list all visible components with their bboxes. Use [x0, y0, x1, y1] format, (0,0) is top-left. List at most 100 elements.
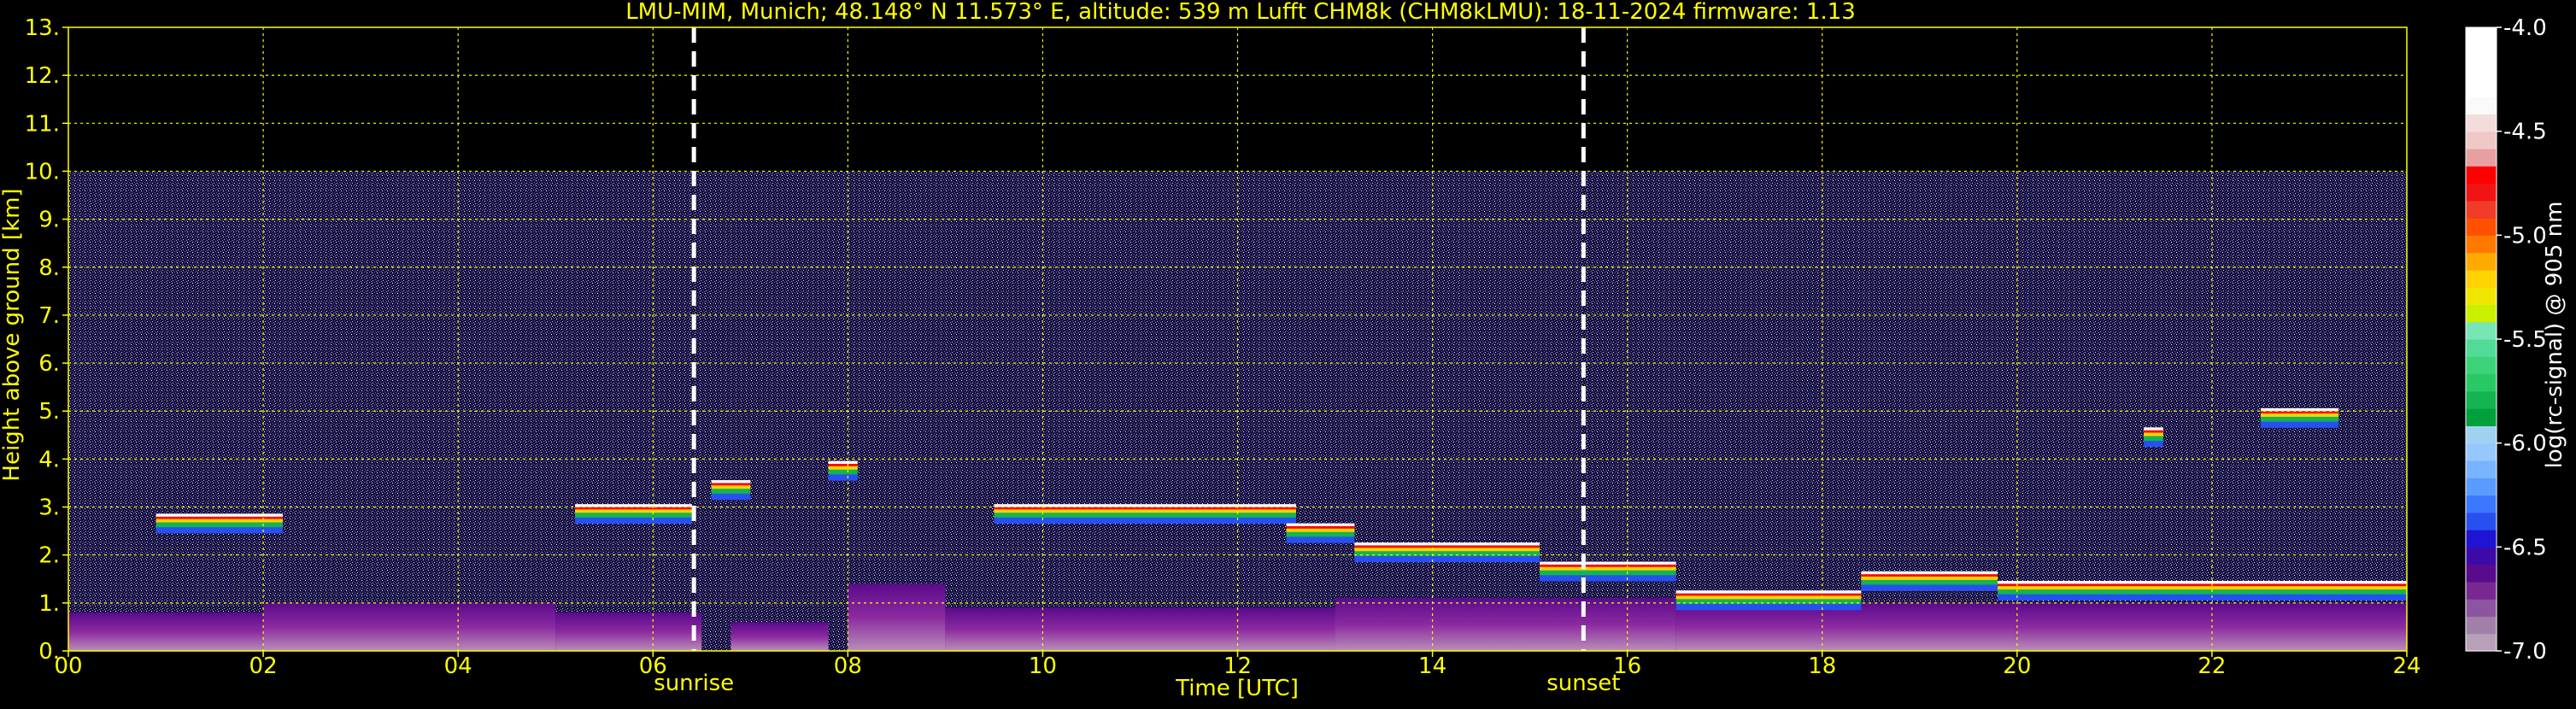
- x-tick-label: 04: [444, 653, 472, 679]
- plot-area: sunrise sunset: [67, 26, 2408, 696]
- boundary-layer-segment: [1335, 598, 1676, 651]
- x-tick-label: 06: [639, 653, 667, 679]
- colorbar-tick-label: -5.0: [2503, 223, 2547, 249]
- colorbar-segment: [2466, 166, 2497, 185]
- cloud-layer-band: [711, 483, 751, 486]
- cloud-layer-band: [1540, 564, 1676, 567]
- colorbar-segment: [2466, 287, 2497, 306]
- x-tick-label: 08: [834, 653, 862, 679]
- colorbar-tick-label: -4.0: [2503, 15, 2547, 41]
- cloud-layer-band: [2144, 430, 2163, 433]
- cloud-layer-top: [828, 460, 858, 464]
- colorbar-segment: [2466, 616, 2497, 635]
- cloud-layer-band: [1998, 583, 2407, 587]
- colorbar-segment: [2466, 390, 2497, 409]
- y-tick-label: 12.: [25, 63, 60, 89]
- x-tick-label: 16: [1613, 653, 1641, 679]
- colorbar-segment: [2466, 183, 2497, 202]
- y-tick-label: 7.: [38, 303, 60, 329]
- colorbar: -7.0 -6.5 -6.0 -5.5 -5.0 -4.5 -4.0: [2465, 15, 2547, 665]
- colorbar-tick-label: -6.0: [2503, 431, 2547, 457]
- colorbar-segment: [2466, 564, 2497, 583]
- cloud-layer-top: [1998, 581, 2407, 584]
- cloud-layer-band: [1675, 593, 1862, 596]
- colorbar-segment: [2466, 547, 2497, 565]
- boundary-layer-segment: [555, 612, 702, 651]
- colorbar-segment: [2466, 79, 2497, 97]
- y-tick-label: 5.: [38, 399, 60, 425]
- x-tick-label: 24: [2392, 653, 2421, 679]
- colorbar-tick-label: -4.5: [2503, 120, 2547, 145]
- y-tick-label: 2.: [38, 543, 60, 569]
- colorbar-segment: [2466, 252, 2497, 271]
- colorbar-segment: [2466, 408, 2497, 426]
- colorbar-segment: [2466, 200, 2497, 219]
- colorbar-segment: [2466, 356, 2497, 375]
- y-tick-label: 10.: [25, 159, 60, 185]
- colorbar-segment: [2466, 442, 2497, 461]
- y-tick-label: 13.: [25, 15, 60, 41]
- x-tick-label: 22: [2198, 653, 2226, 679]
- colorbar-segment: [2466, 373, 2497, 392]
- x-tick-label: 20: [2003, 653, 2031, 679]
- cloud-layer-top: [711, 480, 751, 483]
- colorbar-segment: [2466, 321, 2497, 340]
- boundary-layer-segment: [68, 612, 264, 651]
- colorbar-segment: [2466, 131, 2497, 149]
- colorbar-segment: [2466, 339, 2497, 357]
- chart-title: LMU-MIM, Munich; 48.148° N 11.573° E, al…: [625, 0, 1856, 25]
- colorbar-segment: [2466, 512, 2497, 530]
- y-tick-label: 8.: [38, 255, 60, 281]
- colorbar-segment: [2466, 425, 2497, 444]
- colorbar-segment: [2466, 495, 2497, 513]
- boundary-layer-segment: [848, 583, 946, 651]
- colorbar-tick-label: -5.5: [2503, 327, 2547, 353]
- colorbar-segment: [2466, 148, 2497, 167]
- cloud-layer-top: [1540, 561, 1676, 565]
- y-tick-label: 0.: [38, 639, 60, 665]
- y-tick-label: 3.: [38, 495, 60, 521]
- y-tick-label: 4.: [38, 447, 60, 472]
- cloud-layer-top: [1861, 571, 1998, 575]
- y-tick-label: 11.: [25, 111, 60, 137]
- cloud-layer-band: [1354, 545, 1540, 548]
- colorbar-segment: [2466, 460, 2497, 478]
- y-tick-label: 6.: [38, 351, 60, 377]
- cloud-layer-top: [1675, 590, 1862, 594]
- colorbar-segment: [2466, 530, 2497, 548]
- colorbar-label: log(rc-signal) @ 905 nm: [2542, 202, 2567, 469]
- cloud-layer-top: [2144, 427, 2163, 431]
- colorbar-segment: [2466, 97, 2497, 114]
- colorbar-segment: [2466, 269, 2497, 288]
- colorbar-segment: [2466, 478, 2497, 496]
- colorbar-segment: [2466, 633, 2497, 652]
- cloud-layer-band: [1286, 526, 1355, 529]
- colorbar-segment: [2466, 27, 2497, 45]
- y-axis-ticks: 0. 1. 2. 3. 4. 5. 6. 7. 8. 9. 10. 11. 12. 13.: [25, 15, 68, 665]
- y-tick-label: 1.: [38, 591, 60, 617]
- x-tick-label: 10: [1029, 653, 1057, 679]
- y-tick-label: 9.: [38, 208, 60, 233]
- boundary-layer-segment: [945, 607, 1335, 651]
- colorbar-segment: [2466, 304, 2497, 323]
- cloud-layer-band: [828, 464, 858, 466]
- chart-svg: LMU-MIM, Munich; 48.148° N 11.573° E, al…: [0, 0, 2567, 701]
- colorbar-segment: [2466, 114, 2497, 132]
- cloud-layer-top: [1354, 542, 1540, 546]
- colorbar-segment: [2466, 581, 2497, 600]
- colorbar-segment: [2466, 62, 2497, 80]
- x-tick-label: 18: [1808, 653, 1836, 679]
- colorbar-segment: [2466, 599, 2497, 618]
- cloud-layer-top: [1286, 523, 1355, 526]
- colorbar-segment: [2466, 44, 2497, 63]
- cloud-layer-band: [1861, 574, 1998, 577]
- colorbar-segment: [2466, 218, 2497, 236]
- sunset-label: sunset: [1546, 671, 1620, 696]
- ceilometer-chart: LMU-MIM, Munich; 48.148° N 11.573° E, al…: [0, 0, 2576, 706]
- x-axis-label: Time [UTC]: [1175, 676, 1299, 701]
- colorbar-tick-label: -6.5: [2503, 535, 2547, 560]
- boundary-layer-segment: [263, 602, 556, 651]
- colorbar-segment: [2466, 235, 2497, 254]
- colorbar-tick-label: -7.0: [2503, 639, 2547, 665]
- y-axis-label: Height above ground [km]: [0, 188, 25, 481]
